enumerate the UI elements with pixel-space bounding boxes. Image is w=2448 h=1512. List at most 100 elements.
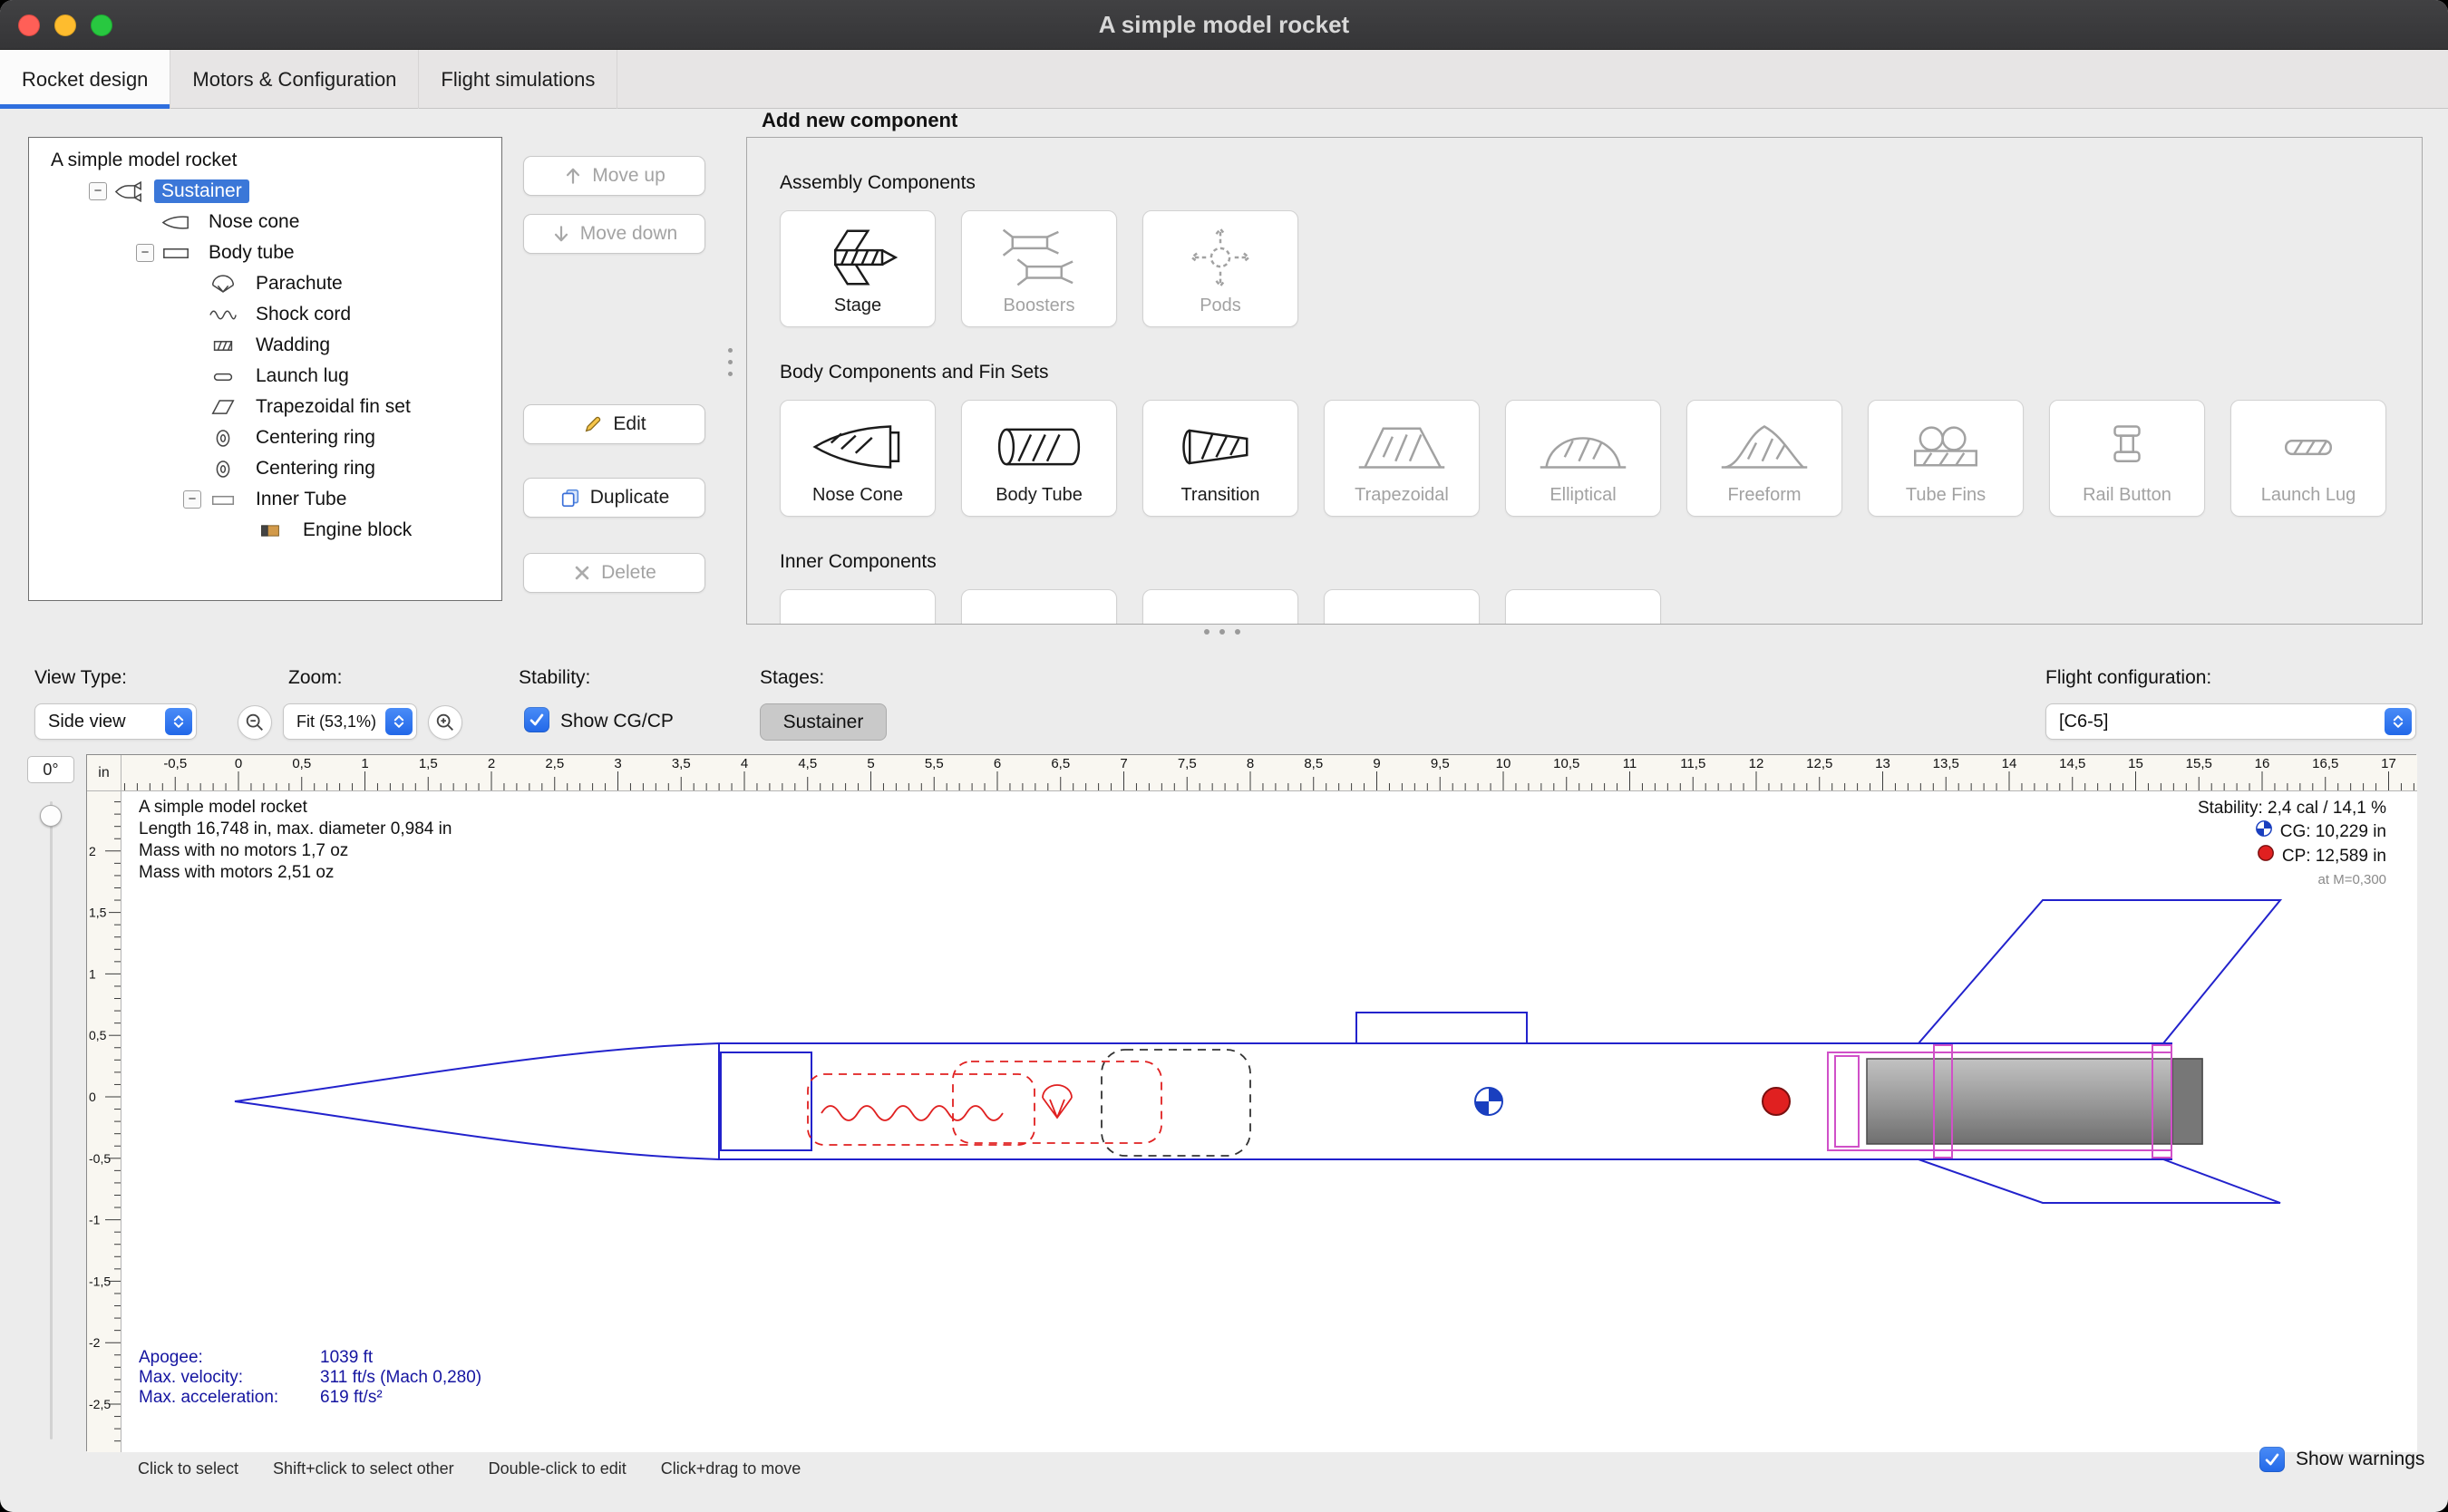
tree-expander-icon[interactable]: −	[136, 244, 154, 262]
component-button-label: Tube Fins	[1906, 484, 1986, 506]
add-transition-button[interactable]: Transition	[1142, 400, 1298, 517]
show-warnings-label: Show warnings	[2296, 1449, 2424, 1470]
cg-value: CG: 10,229 in	[2280, 820, 2386, 843]
svg-text:0,5: 0,5	[89, 1028, 107, 1042]
shockcord-icon	[209, 305, 241, 325]
panel-resize-handle[interactable]	[1204, 629, 1240, 635]
add-stage-button[interactable]: Stage	[780, 210, 936, 327]
rotation-slider-track[interactable]	[50, 801, 53, 1439]
tree-item-wadding[interactable]: −Wadding	[29, 330, 501, 361]
add-inner3-button[interactable]	[1142, 589, 1298, 625]
tree-item-label: Launch lug	[248, 364, 356, 388]
tree-item-engine-block[interactable]: −Engine block	[29, 515, 501, 546]
centeringring-icon	[209, 459, 241, 480]
show-warnings-checkbox[interactable]	[2259, 1447, 2285, 1472]
tree-item-parachute[interactable]: −Parachute	[29, 268, 501, 299]
engineblock-icon	[256, 520, 288, 541]
tab-rocket-design[interactable]: Rocket design	[0, 50, 170, 109]
tree-item-nose-cone[interactable]: −Nose cone	[29, 207, 501, 237]
duplicate-button[interactable]: Duplicate	[523, 478, 705, 518]
pencil-icon	[582, 413, 604, 435]
tree-item-launch-lug[interactable]: −Launch lug	[29, 361, 501, 392]
maximize-button[interactable]	[91, 15, 112, 36]
wadding-drawing[interactable]	[1102, 1050, 1250, 1156]
canvas-hint: Click to select	[138, 1459, 238, 1478]
flight-configuration-label: Flight configuration:	[2045, 667, 2211, 689]
component-button-label: Stage	[834, 295, 881, 316]
shock-cord-drawing[interactable]	[808, 1074, 1035, 1145]
rotation-slider-knob[interactable]	[40, 805, 62, 827]
add-inner4-button[interactable]	[1324, 589, 1480, 625]
window-titlebar: A simple model rocket	[0, 0, 2448, 50]
tree-item-label: Inner Tube	[248, 488, 354, 511]
flight-stats-block: Apogee:1039 ft Max. velocity:311 ft/s (M…	[139, 1348, 481, 1408]
add-tube-fins-button: Tube Fins	[1868, 400, 2024, 517]
tab-motors-configuration[interactable]: Motors & Configuration	[170, 50, 419, 109]
add-body-tube-button[interactable]: Body Tube	[961, 400, 1117, 517]
tree-item-label: Engine block	[296, 519, 419, 542]
nose-cone-drawing[interactable]	[235, 1043, 811, 1159]
show-cgcp-checkbox[interactable]	[524, 707, 549, 732]
svg-text:11,5: 11,5	[1680, 756, 1705, 771]
parachute-icon	[209, 274, 241, 295]
centeringring-icon	[209, 428, 241, 449]
svg-text:14: 14	[2002, 756, 2017, 771]
component-button-label: Transition	[1180, 484, 1259, 506]
svg-text:8: 8	[1247, 756, 1254, 771]
component-button-label: Nose Cone	[812, 484, 903, 506]
view-type-select[interactable]: Side view	[34, 703, 197, 740]
svg-text:7: 7	[1120, 756, 1127, 771]
zoom-in-button[interactable]	[428, 705, 462, 740]
stability-label: Stability:	[519, 667, 590, 689]
section-label-body-components-and-fin-sets: Body Components and Fin Sets	[780, 362, 2422, 385]
tree-item-root[interactable]: A simple model rocket	[29, 145, 501, 176]
svg-text:0: 0	[235, 756, 242, 771]
panel-splitter-handle[interactable]	[728, 348, 733, 376]
tree-item-inner-tube[interactable]: − Inner Tube	[29, 484, 501, 515]
tab-flight-simulations[interactable]: Flight simulations	[419, 50, 617, 109]
tree-expander-icon[interactable]: −	[183, 490, 201, 509]
add-inner1-button[interactable]	[780, 589, 936, 625]
tree-item-centering-ring[interactable]: −Centering ring	[29, 422, 501, 453]
zoom-out-button[interactable]	[238, 705, 272, 740]
edit-button[interactable]: Edit	[523, 404, 705, 444]
tree-item-sustainer[interactable]: − Sustainer	[29, 176, 501, 207]
engine-block-drawing[interactable]	[1835, 1056, 1859, 1147]
tree-item-label: Sustainer	[154, 179, 249, 203]
svg-text:10: 10	[1496, 756, 1511, 771]
rocket-info-block: A simple model rocket Length 16,748 in, …	[139, 797, 452, 884]
tree-item-shock-cord[interactable]: −Shock cord	[29, 299, 501, 330]
add-rail-button-button: Rail Button	[2049, 400, 2205, 517]
tubefins-icon	[1893, 412, 1998, 482]
add-nose-cone-button[interactable]: Nose Cone	[780, 400, 936, 517]
flight-configuration-select[interactable]: [C6-5]	[2045, 703, 2416, 740]
tree-expander-icon[interactable]: −	[89, 182, 107, 200]
zoom-in-icon	[434, 712, 456, 733]
nosecone-icon	[161, 212, 194, 233]
tree-item-centering-ring[interactable]: −Centering ring	[29, 453, 501, 484]
svg-text:2: 2	[488, 756, 495, 771]
cp-value: CP: 12,589 in	[2282, 845, 2386, 867]
finset-icon	[209, 397, 241, 418]
view-type-value: Side view	[48, 712, 126, 732]
stages-label: Stages:	[760, 667, 824, 689]
minimize-button[interactable]	[54, 15, 76, 36]
launch-lug-drawing[interactable]	[1356, 1013, 1527, 1043]
component-button-label: Body Tube	[996, 484, 1083, 506]
add-inner2-button[interactable]	[961, 589, 1117, 625]
select-caret-icon	[385, 708, 413, 735]
svg-text:-0,5: -0,5	[89, 1151, 111, 1166]
zoom-select[interactable]: Fit (53,1%)	[283, 703, 417, 740]
component-button-label: Pods	[1200, 295, 1241, 316]
tree-item-body-tube[interactable]: −Body tube	[29, 237, 501, 268]
close-button[interactable]	[18, 15, 40, 36]
rocket-drawing-area[interactable]: A simple model rocket Length 16,748 in, …	[121, 791, 2417, 1452]
launchlug-icon	[209, 366, 241, 387]
section-label-assembly-components: Assembly Components	[780, 172, 2422, 196]
zoom-out-icon	[244, 712, 266, 733]
add-inner5-button[interactable]	[1505, 589, 1661, 625]
ruler-unit-label: in	[87, 755, 121, 791]
tree-item-trapezoidal-fin-set[interactable]: −Trapezoidal fin set	[29, 392, 501, 422]
stage-sustainer-toggle[interactable]: Sustainer	[760, 703, 887, 741]
tab-bar: Rocket design Motors & Configuration Fli…	[0, 50, 2448, 109]
